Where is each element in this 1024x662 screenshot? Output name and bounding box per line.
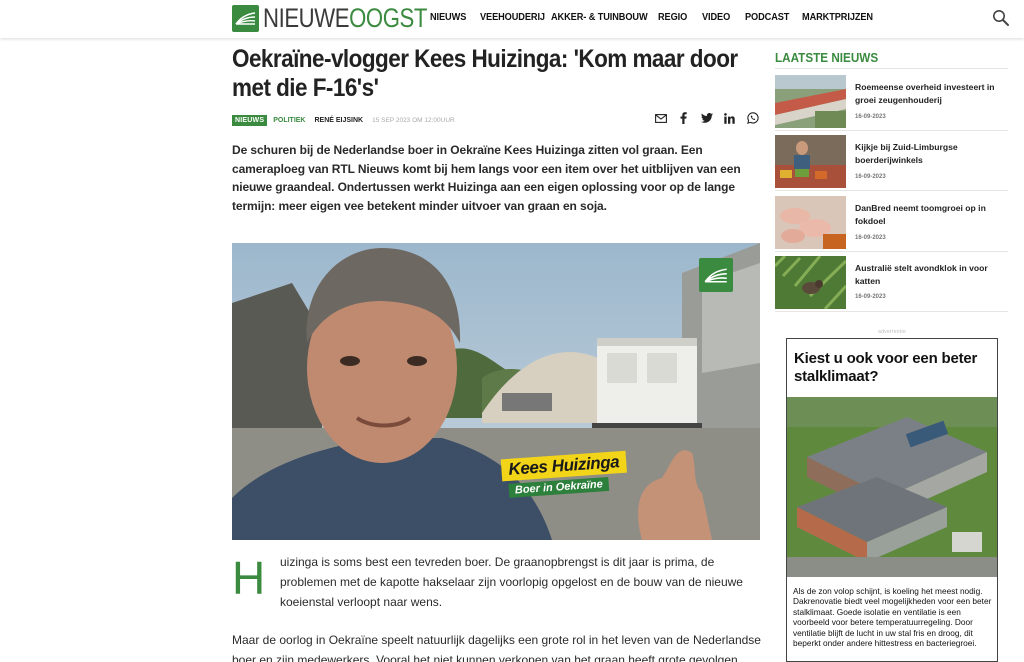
nav-item-podcast[interactable]: PODCAST <box>745 12 789 23</box>
subcategory-tag[interactable]: POLITIEK <box>273 117 305 124</box>
news-item-title[interactable]: Roemeense overheid investeert in groei z… <box>855 81 1010 108</box>
news-item[interactable]: DanBred neemt toomgroei op in fokdoel 16… <box>775 196 1008 249</box>
nav-item-veehouderij[interactable]: VEEHOUDERIJ <box>480 12 545 23</box>
news-item-date: 16-09-2023 <box>855 174 886 180</box>
news-item-date: 16-09-2023 <box>855 235 886 241</box>
ad-label: advertentie <box>878 329 907 335</box>
news-thumbnail <box>775 256 846 309</box>
share-bar <box>649 111 764 125</box>
whatsapp-icon[interactable] <box>741 111 764 125</box>
news-thumbnail <box>775 75 846 128</box>
category-tag[interactable]: NIEUWS <box>232 115 268 126</box>
news-separator <box>775 251 1008 252</box>
linkedin-icon[interactable] <box>718 111 741 125</box>
facebook-icon[interactable] <box>672 111 695 125</box>
article-paragraph: uizinga is soms best een tevreden boer. … <box>280 555 743 609</box>
site-logo[interactable]: NIEUWEOOGST <box>232 5 463 32</box>
nav-item-marktprijzen[interactable]: MARKTPRIJZEN <box>802 12 873 23</box>
news-thumbnail <box>775 135 846 188</box>
sidebar-divider <box>775 68 1008 69</box>
logo-text-part2: OOGST <box>349 3 428 33</box>
article-video[interactable]: Kees Huizinga Boer in Oekraïne <box>232 243 760 540</box>
article-meta: NIEUWS POLITIEK RENÉ EIJSINK 15 SEP 2023… <box>232 114 455 127</box>
site-header: NIEUWEOOGST NIEUWS VEEHOUDERIJ AKKER- & … <box>0 0 1024 38</box>
ad-headline[interactable]: Kiest u ook voor een beter stalklimaat? <box>794 350 994 386</box>
nav-item-nieuws[interactable]: NIEUWS <box>430 12 466 23</box>
article-lead: De schuren bij de Nederlandse boer in Oe… <box>232 143 741 213</box>
news-item-date: 16-09-2023 <box>855 294 886 300</box>
mail-icon[interactable] <box>649 111 672 125</box>
news-item[interactable]: Roemeense overheid investeert in groei z… <box>775 75 1008 128</box>
news-separator <box>775 130 1008 131</box>
twitter-icon[interactable] <box>695 111 718 125</box>
news-item-title[interactable]: Kijkje bij Zuid-Limburgse boerderijwinke… <box>855 141 1010 168</box>
nav-item-regio[interactable]: REGIO <box>658 12 687 23</box>
news-item-title[interactable]: DanBred neemt toomgroei op in fokdoel <box>855 202 1010 229</box>
nav-item-video[interactable]: VIDEO <box>702 12 730 23</box>
article-title: Oekraïne-vlogger Kees Huizinga: 'Kom maa… <box>232 45 738 102</box>
sidebar-advertisement[interactable]: Kiest u ook voor een beter stalklimaat? … <box>786 338 998 662</box>
logo-leaf-icon <box>232 5 259 32</box>
ad-body-text: Als de zon volop schijnt, is koeling het… <box>793 586 992 649</box>
news-separator <box>775 190 1008 191</box>
news-item[interactable]: Kijkje bij Zuid-Limburgse boerderijwinke… <box>775 135 1008 188</box>
news-separator <box>775 311 1008 312</box>
article-paragraph: Maar de oorlog in Oekraïne speelt natuur… <box>232 633 761 662</box>
news-item-title[interactable]: Australië stelt avondklok in voor katten <box>855 262 1010 289</box>
article-author[interactable]: RENÉ EIJSINK <box>314 117 363 124</box>
ad-image[interactable] <box>787 397 997 577</box>
news-thumbnail <box>775 196 846 249</box>
news-item[interactable]: Australië stelt avondklok in voor katten… <box>775 256 1008 309</box>
search-icon[interactable] <box>992 9 1010 27</box>
article-date: 15 SEP 2023 OM 12:00UUR <box>372 117 455 124</box>
logo-text-part1: NIEUWE <box>263 3 350 33</box>
dropcap-letter: H <box>232 552 266 604</box>
nav-item-akker-tuinbouw[interactable]: AKKER- & TUINBOUW <box>551 12 648 23</box>
main-nav: NIEUWS VEEHOUDERIJ AKKER- & TUINBOUW REG… <box>430 12 881 23</box>
video-logo-icon <box>699 258 733 292</box>
video-still-image <box>232 243 760 540</box>
latest-news-title: LAATSTE NIEUWS <box>775 50 879 65</box>
news-item-date: 16-09-2023 <box>855 114 886 120</box>
